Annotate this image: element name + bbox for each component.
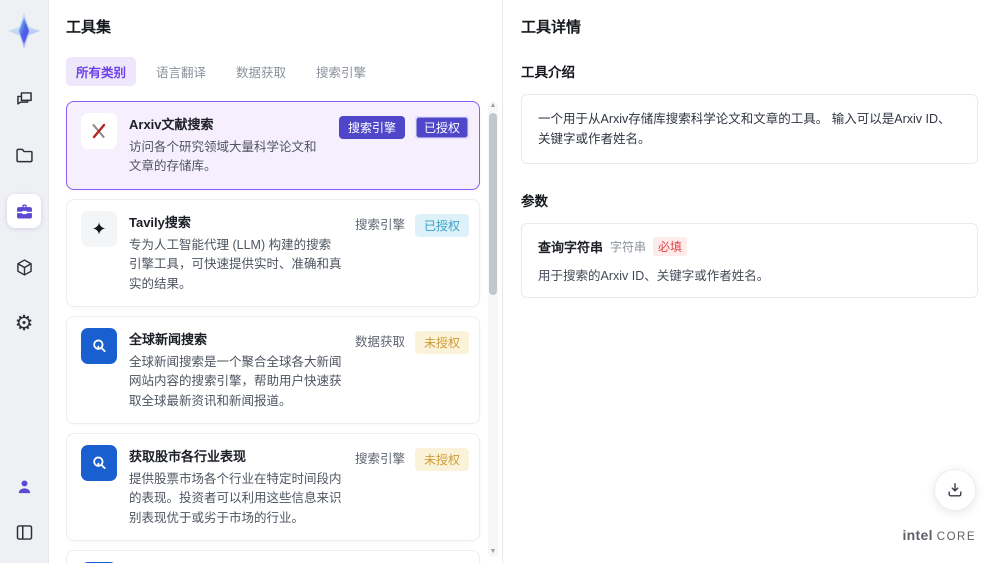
panel-toggle-icon[interactable] bbox=[7, 515, 41, 549]
tool-description: 全球新闻搜索是一个聚合全球各大新闻网站内容的搜索引擎，帮助用户快速获取全球最新资… bbox=[129, 354, 342, 408]
news-search-icon bbox=[81, 327, 117, 364]
news-search-icon bbox=[81, 445, 117, 481]
detail-title: 工具详情 bbox=[521, 19, 582, 36]
gear-icon[interactable]: ⚙ bbox=[7, 306, 41, 340]
params-heading: 参数 bbox=[521, 194, 548, 209]
tab-category-1[interactable]: 语言翻译 bbox=[146, 57, 216, 86]
watermark-product: CORE bbox=[936, 531, 976, 543]
tool-detail-pane: 工具详情 工具介绍 一个用于从Arxiv存储库搜索科学论文和文章的工具。 输入可… bbox=[503, 0, 1000, 563]
tool-name: 获取股市各行业表现 bbox=[129, 449, 247, 464]
tab-category-2[interactable]: 数据获取 bbox=[226, 57, 296, 86]
tool-card[interactable]: 全球新闻搜索 全球新闻搜索是一个聚合全球各大新闻网站内容的搜索引擎，帮助用户快速… bbox=[66, 315, 480, 424]
tool-name: 全球新闻搜索 bbox=[129, 331, 208, 347]
parameter-card: 查询字符串 字符串 必填 用于搜索的Arxiv ID、关键字或作者姓名。 bbox=[521, 223, 978, 298]
category-tabs: 所有类别 语言翻译 数据获取 搜索引擎 bbox=[66, 57, 502, 86]
tool-card[interactable]: 获取股市各行业表现 提供股票市场各个行业在特定时间段内的表现。投资者可以利用这些… bbox=[66, 433, 480, 542]
package-icon[interactable] bbox=[7, 250, 41, 284]
scrollbar-thumb[interactable] bbox=[489, 113, 497, 296]
tool-status-badge: 已授权 bbox=[414, 116, 469, 139]
tool-card[interactable]: ✦ Tavily搜索 专为人工智能代理 (LLM) 构建的搜索引擎工具，可快速提… bbox=[66, 198, 480, 307]
scrollbar-down-icon[interactable]: ▼ bbox=[488, 547, 498, 557]
tool-card[interactable]: 获取市场最活跃股票信息 提供当天交易量最高的股票列表，投资者可以利用这些信息来识… bbox=[66, 550, 480, 563]
tool-category-badge: 搜索引擎 bbox=[354, 452, 405, 466]
watermark-brand: intel bbox=[902, 527, 933, 543]
intro-heading: 工具介绍 bbox=[521, 65, 575, 80]
intel-core-watermark: intel CORE bbox=[902, 527, 976, 543]
list-scrollbar[interactable]: ▲ ▼ bbox=[488, 101, 498, 557]
tool-card[interactable]: Arxiv文献搜索 访问各个研究领域大量科学论文和文章的存储库。 搜索引擎 已授… bbox=[66, 101, 480, 190]
main-area: 工具集 所有类别 语言翻译 数据获取 搜索引擎 Arxiv文献搜索 访问各个研究领域大… bbox=[48, 0, 1000, 563]
tool-category-badge: 搜索引擎 bbox=[338, 116, 405, 139]
tool-description: 提供股票市场各个行业在特定时间段内的表现。投资者可以利用这些信息来识别表现优于或… bbox=[129, 472, 342, 525]
left-rail: ⚙ bbox=[0, 0, 48, 563]
tools-list: Arxiv文献搜索 访问各个研究领域大量科学论文和文章的存储库。 搜索引擎 已授… bbox=[66, 101, 502, 563]
intro-text: 一个用于从Arxiv存储库搜索科学论文和文章的工具。 输入可以是Arxiv ID… bbox=[521, 94, 978, 164]
scrollbar-up-icon[interactable]: ▲ bbox=[488, 101, 498, 111]
toolbox-icon[interactable] bbox=[7, 194, 41, 228]
tab-category-3[interactable]: 搜索引擎 bbox=[306, 57, 376, 86]
tool-category-badge: 数据获取 bbox=[354, 334, 405, 349]
tavily-star-icon: ✦ bbox=[81, 210, 117, 247]
tool-status-badge: 已授权 bbox=[414, 213, 469, 237]
tool-name: Tavily搜索 bbox=[129, 214, 191, 230]
tool-status-badge: 未授权 bbox=[414, 448, 469, 471]
tool-description: 专为人工智能代理 (LLM) 构建的搜索引擎工具，可快速提供实时、准确和真实的结… bbox=[129, 237, 342, 291]
tool-description: 访问各个研究领域大量科学论文和文章的存储库。 bbox=[129, 140, 317, 174]
tool-name: Arxiv文献搜索 bbox=[129, 117, 214, 132]
user-icon[interactable] bbox=[7, 469, 41, 503]
parameter-type: 字符串 bbox=[610, 240, 647, 254]
page-title: 工具集 bbox=[66, 19, 112, 36]
parameter-required-badge: 必填 bbox=[653, 237, 688, 256]
download-button[interactable] bbox=[934, 469, 976, 511]
tab-category-0[interactable]: 所有类别 bbox=[66, 57, 137, 86]
chat-icon[interactable] bbox=[7, 82, 41, 116]
download-icon bbox=[945, 480, 965, 500]
arxiv-icon bbox=[81, 113, 117, 149]
tool-category-badge: 搜索引擎 bbox=[354, 217, 405, 232]
parameter-name: 查询字符串 bbox=[538, 240, 604, 255]
tool-status-badge: 未授权 bbox=[414, 330, 469, 354]
parameter-description: 用于搜索的Arxiv ID、关键字或作者姓名。 bbox=[538, 269, 770, 283]
folder-icon[interactable] bbox=[7, 138, 41, 172]
app-logo-icon bbox=[7, 12, 41, 50]
tools-list-pane: 工具集 所有类别 语言翻译 数据获取 搜索引擎 Arxiv文献搜索 访问各个研究领域大… bbox=[49, 0, 503, 563]
